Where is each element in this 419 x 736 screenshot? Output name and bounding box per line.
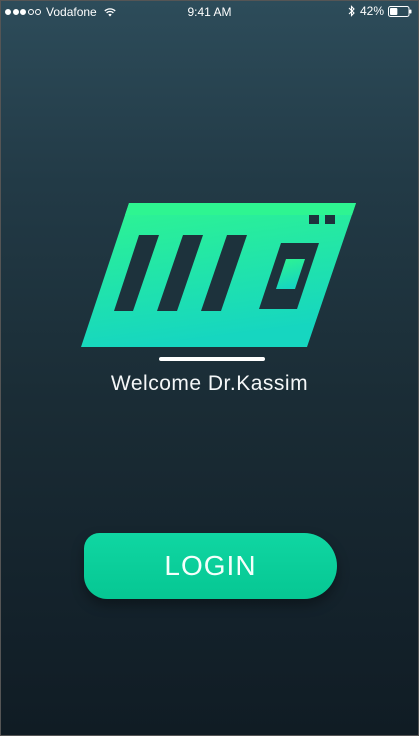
battery-icon [388,5,412,17]
battery-fill [390,7,398,15]
status-right: 42% [348,4,412,18]
welcome-text: Welcome Dr.Kassim [110,372,309,395]
arabic-calligraphy-logo-icon [81,203,356,347]
bluetooth-icon [348,5,355,17]
app-screen: Vodafone 9:41 AM 42% Welcome Dr.Kassim L… [0,0,419,736]
login-button-label: LOGIN [164,550,257,581]
login-button[interactable]: LOGIN [84,533,337,599]
battery-percent: 42% [359,4,384,18]
status-bar: Vodafone 9:41 AM 42% [1,1,418,23]
logo-underline [159,357,265,361]
